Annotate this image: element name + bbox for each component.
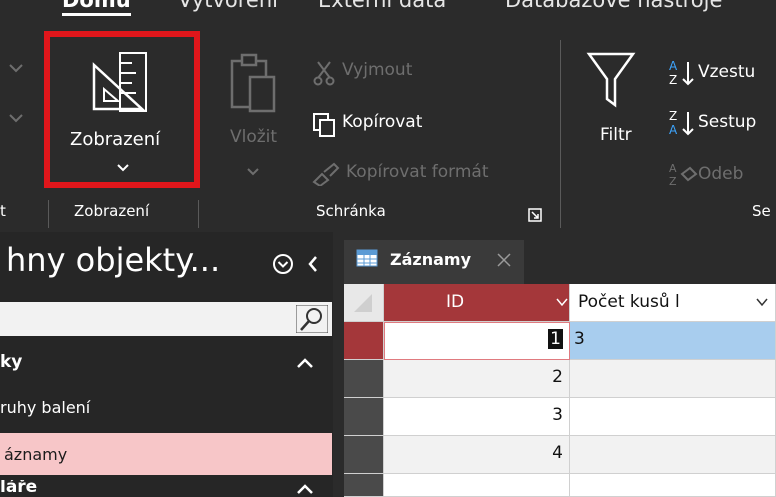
column-header-id[interactable]: ID	[384, 284, 570, 322]
format-painter-label: Kopírovat formát	[346, 162, 489, 182]
nav-item-label: ruhy balení	[0, 398, 91, 417]
row-selector[interactable]	[344, 360, 384, 398]
filter-icon	[586, 52, 636, 108]
search-input[interactable]	[0, 302, 332, 336]
svg-text:Z: Z	[669, 109, 677, 123]
cell-value: 1	[548, 329, 563, 349]
cell-value: 4	[552, 443, 563, 463]
filter-button[interactable]: Filtr	[578, 45, 658, 185]
nav-pane-title[interactable]: hny objekty...	[6, 241, 220, 279]
scissors-icon	[313, 61, 335, 86]
svg-text:Z: Z	[669, 73, 677, 87]
cut-button[interactable]: Vyjmout	[312, 58, 492, 88]
table-cell-count[interactable]	[570, 436, 776, 474]
table-icon	[356, 249, 378, 267]
datasheet: ID Počet kusů l 1 3 2 3 4	[344, 284, 776, 497]
sort-ascending-icon: A Z	[669, 59, 694, 87]
tab-create[interactable]: Vytvoření	[178, 0, 278, 12]
paste-button[interactable]: Vložit	[216, 45, 296, 185]
circle-chevron-down-icon[interactable]	[272, 253, 294, 275]
svg-text:A: A	[669, 123, 678, 137]
table-cell-count[interactable]	[570, 398, 776, 436]
dropdown-arrow-icon[interactable]	[756, 297, 768, 307]
table-cell-id[interactable]: 3	[384, 398, 570, 436]
table-cell-id[interactable]: 1	[384, 322, 570, 360]
dropdown-arrow-icon[interactable]	[556, 297, 568, 307]
tab-external-data[interactable]: Externí data	[318, 0, 446, 12]
group-separator	[198, 200, 199, 228]
sort-descending-icon: Z A	[669, 109, 694, 137]
table-cell-count[interactable]: 3	[570, 322, 776, 360]
column-header-label: Počet kusů l	[578, 292, 680, 312]
nav-section-tables[interactable]: ky	[0, 348, 332, 382]
svg-text:Z: Z	[669, 175, 677, 188]
dialog-launcher-icon[interactable]	[528, 208, 542, 222]
close-icon[interactable]	[496, 252, 512, 268]
group-separator	[560, 40, 561, 228]
column-header-label: ID	[446, 292, 465, 312]
nav-section-forms[interactable]: láře	[0, 480, 332, 497]
chevron-down-icon	[247, 168, 259, 176]
select-all-triangle-icon	[354, 294, 372, 312]
nav-section-tables-label: ky	[0, 352, 23, 372]
remove-sort-icon: A Z	[669, 162, 698, 188]
column-header-pocet-kusu[interactable]: Počet kusů l	[570, 284, 776, 322]
copy-button[interactable]: Kopírovat	[312, 110, 492, 140]
sort-ascending-button[interactable]: A Z Vzestu	[668, 58, 776, 90]
document-tab-label: Záznamy	[390, 250, 471, 269]
cell-value: 2	[552, 367, 563, 387]
paste-label: Vložit	[230, 127, 278, 147]
document-tab-zaznamy[interactable]: Záznamy	[344, 240, 524, 284]
nav-section-forms-label: láře	[0, 480, 38, 497]
chevron-up-icon	[297, 484, 313, 494]
paste-icon	[230, 53, 276, 113]
view-button-highlight	[44, 31, 200, 188]
table-cell-id[interactable]: 4	[384, 436, 570, 474]
cell-value: 3	[552, 405, 563, 425]
sort-descending-label: Sestup	[698, 112, 757, 132]
ribbon-tab-strip: Domů Vytvoření Externí data Databázové n…	[0, 0, 776, 30]
select-all-corner[interactable]	[344, 284, 384, 322]
tab-home[interactable]: Domů	[62, 0, 131, 16]
group-label-sort-filter: Se	[752, 202, 771, 220]
table-cell-count[interactable]	[570, 360, 776, 398]
group-separator	[48, 200, 49, 228]
nav-item-zaznamy[interactable]: áznamy	[0, 433, 332, 475]
svg-text:A: A	[669, 59, 678, 73]
table-cell-count[interactable]	[570, 474, 776, 497]
remove-sort-label: Odeb	[698, 164, 744, 184]
remove-sort-button[interactable]: A Z Odeb	[668, 160, 776, 192]
chevron-down-icon	[9, 64, 23, 73]
table-cell-id[interactable]	[384, 474, 570, 497]
format-painter-icon	[312, 162, 340, 186]
cell-value: 3	[574, 329, 585, 349]
chevron-up-icon	[297, 358, 313, 368]
nav-item-druhy-baleni[interactable]: ruhy balení	[0, 387, 332, 429]
cut-label: Vyjmout	[342, 60, 413, 80]
group-label-left: t	[0, 202, 6, 220]
row-selector[interactable]	[344, 436, 384, 474]
sort-descending-button[interactable]: Z A Sestup	[668, 108, 776, 140]
row-selector[interactable]	[344, 398, 384, 436]
table-cell-id[interactable]: 2	[384, 360, 570, 398]
copy-label: Kopírovat	[342, 112, 423, 132]
search-icon[interactable]	[296, 305, 328, 333]
collapse-chevron-left-icon[interactable]	[305, 254, 321, 274]
tab-database-tools[interactable]: Databázové nástroje	[505, 0, 722, 12]
nav-item-label: áznamy	[4, 445, 68, 464]
sort-ascending-label: Vzestu	[698, 62, 756, 82]
group-label-clipboard: Schránka	[316, 202, 386, 220]
svg-text:A: A	[669, 162, 677, 175]
format-painter-button[interactable]: Kopírovat formát	[312, 160, 542, 190]
chevron-down-icon	[9, 114, 23, 123]
copy-icon	[313, 113, 335, 137]
row-selector[interactable]	[344, 322, 384, 360]
filter-label: Filtr	[600, 125, 632, 145]
row-selector[interactable]	[344, 474, 384, 497]
group-label-views: Zobrazení	[74, 202, 150, 220]
